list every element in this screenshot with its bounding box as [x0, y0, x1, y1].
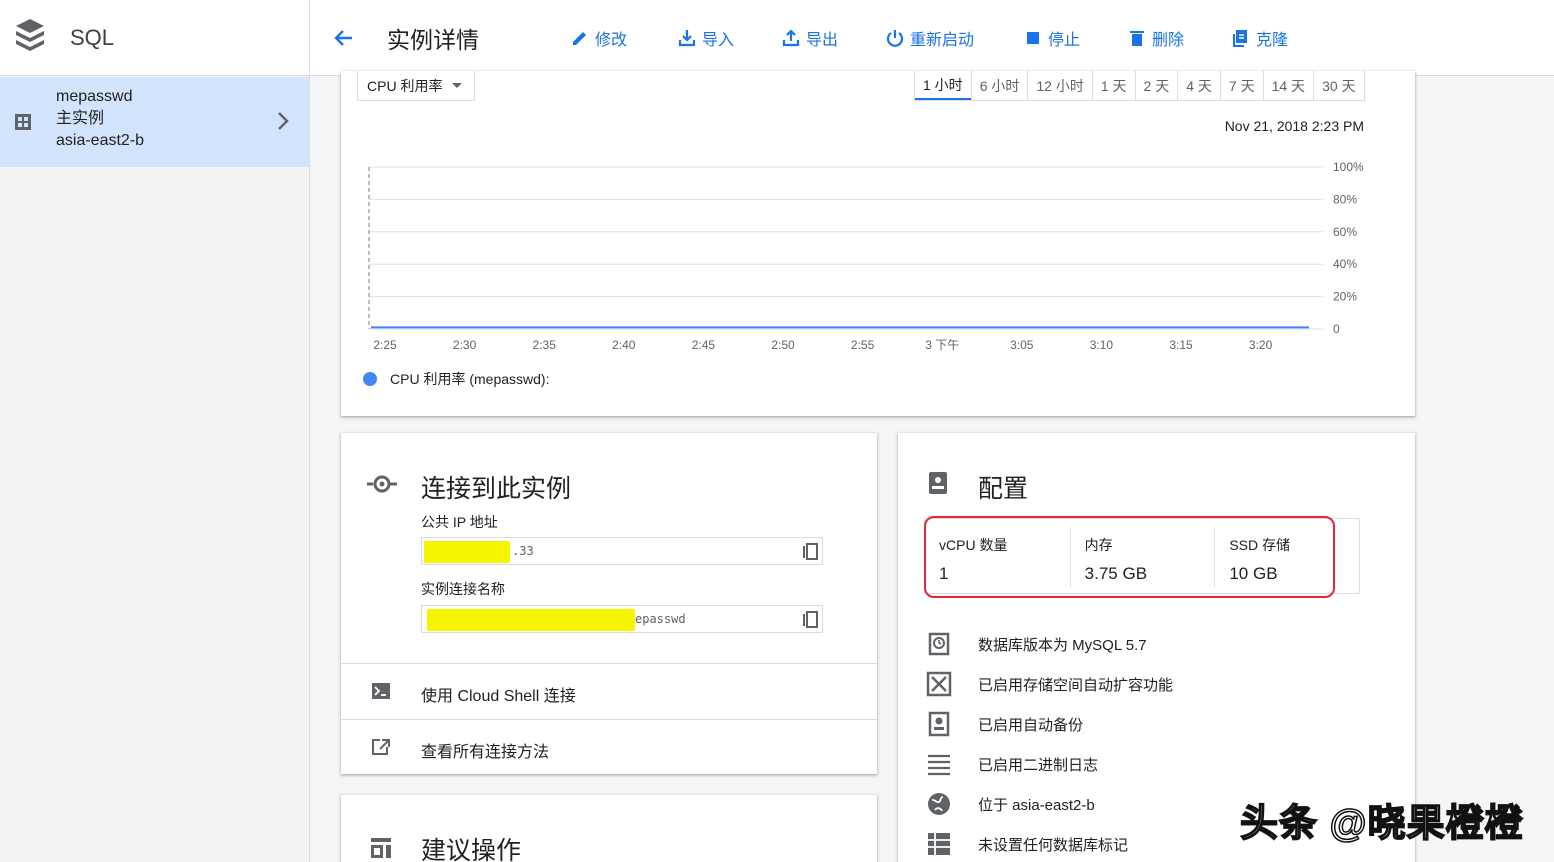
cpu-chart: 100% 80% 60% 40% 20% 0 2:25 2:30 2:35 2:40 2:45 2:5… — [368, 160, 1364, 352]
conn-name-field[interactable]: epasswd — [421, 605, 823, 633]
suggestions-title: 建议操作 — [421, 837, 522, 862]
x-tick-label: 2:40 — [612, 338, 636, 352]
y-tick-label: 60% — [1333, 225, 1357, 239]
stop-icon — [1027, 32, 1039, 44]
globe-icon — [926, 791, 952, 822]
sidebar-header: SQL — [0, 0, 309, 76]
cloud-shell-label: 使用 Cloud Shell 连接 — [421, 688, 576, 705]
x-tick-label: 3:15 — [1169, 338, 1193, 352]
x-tick-label: 3 下午 — [925, 338, 959, 352]
export-label: 导出 — [806, 32, 839, 49]
terminal-icon — [371, 682, 391, 705]
clone-button[interactable]: 克隆 — [1231, 26, 1288, 50]
instance-grid-icon — [14, 113, 32, 136]
instance-role: 主实例 — [56, 110, 105, 127]
sidebar: SQL mepasswd 主实例 asia-east2-b — [0, 0, 310, 862]
main-content: CPU 利用率 1 小时 6 小时 12 小时 1 天 2 天 4 天 7 天 … — [310, 71, 1554, 862]
instance-info: mepasswd 主实例 asia-east2-b — [56, 86, 144, 152]
x-tick-label: 2:35 — [533, 338, 557, 352]
edit-label: 修改 — [595, 32, 628, 49]
all-methods-label: 查看所有连接方法 — [421, 744, 550, 761]
x-tick-label: 2:25 — [373, 338, 397, 352]
config-title: 配置 — [978, 475, 1029, 503]
suggestions-icon — [370, 837, 392, 862]
metrics-card: CPU 利用率 1 小时 6 小时 12 小时 1 天 2 天 4 天 7 天 … — [341, 71, 1415, 416]
app-title: SQL — [70, 24, 115, 50]
delete-button[interactable]: 删除 — [1127, 26, 1184, 50]
connect-card: 连接到此实例 公共 IP 地址 .33 实例连接名称 epasswd 使用 Cl… — [341, 433, 877, 774]
y-tick-label: 40% — [1333, 257, 1357, 271]
edit-button[interactable]: 修改 — [570, 26, 627, 50]
feature-label: 位于 asia-east2-b — [978, 797, 1095, 814]
y-tick-label: 80% — [1333, 192, 1357, 206]
stop-button[interactable]: 停止 — [1023, 26, 1080, 50]
x-tick-label: 3:10 — [1090, 338, 1114, 352]
stop-label: 停止 — [1048, 32, 1081, 49]
sidebar-instance-item[interactable]: mepasswd 主实例 asia-east2-b — [0, 77, 309, 167]
chart-legend: CPU 利用率 (mepasswd): — [363, 369, 549, 389]
instance-zone: asia-east2-b — [56, 132, 145, 149]
x-tick-label: 2:55 — [851, 338, 875, 352]
auto-resize-icon — [926, 671, 952, 702]
restart-button[interactable]: 重新启动 — [885, 26, 974, 50]
public-ip-field[interactable]: .33 — [421, 537, 823, 565]
copy-icon[interactable] — [801, 610, 819, 635]
watermark: 头条 @晓果橙橙 — [1239, 802, 1524, 846]
y-tick-label: 20% — [1333, 290, 1357, 304]
delete-label: 删除 — [1152, 32, 1185, 49]
feature-label: 已启用自动备份 — [978, 717, 1084, 734]
import-label: 导入 — [702, 32, 735, 49]
public-ip-value: .33 — [512, 544, 534, 558]
delete-icon — [1130, 31, 1144, 46]
x-tick-label: 2:45 — [692, 338, 716, 352]
feature-label: 数据库版本为 MySQL 5.7 — [978, 637, 1147, 654]
config-icon — [928, 471, 948, 500]
edit-icon — [573, 32, 586, 45]
y-tick-label: 100% — [1333, 160, 1364, 174]
suggestions-card: 建议操作 — [341, 795, 877, 862]
x-tick-label: 3:05 — [1010, 338, 1034, 352]
redaction-mark — [427, 609, 635, 631]
conn-name-value: epasswd — [635, 612, 686, 626]
highlight-annotation — [924, 516, 1335, 598]
x-tick-label: 2:50 — [771, 338, 795, 352]
all-connection-methods[interactable]: 查看所有连接方法 — [341, 720, 877, 775]
x-tick-label: 3:20 — [1249, 338, 1273, 352]
connect-icon — [367, 473, 397, 500]
cloud-shell-connect[interactable]: 使用 Cloud Shell 连接 — [341, 664, 877, 719]
instance-name: mepasswd — [56, 88, 133, 105]
legend-dot — [363, 372, 377, 386]
page-title: 实例详情 — [387, 27, 479, 53]
clone-label: 克隆 — [1256, 32, 1289, 49]
connect-title: 连接到此实例 — [421, 475, 572, 503]
feature-label: 未设置任何数据库标记 — [978, 837, 1129, 854]
public-ip-label: 公共 IP 地址 — [421, 514, 498, 530]
conn-name-label: 实例连接名称 — [421, 581, 505, 597]
clone-icon — [1233, 30, 1247, 47]
top-bar: 实例详情 修改 导入 导出 重新启动 停止 删除 克隆 — [310, 0, 1554, 76]
restart-label: 重新启动 — [910, 32, 975, 49]
legend-label: CPU 利用率 (mepasswd): — [390, 371, 550, 387]
backup-icon — [926, 711, 952, 742]
restart-icon — [886, 30, 904, 47]
feature-label: 已启用存储空间自动扩容功能 — [978, 677, 1174, 694]
import-icon — [678, 30, 696, 47]
sql-logo-icon — [14, 17, 46, 58]
import-button[interactable]: 导入 — [677, 26, 734, 50]
export-icon — [782, 29, 800, 47]
back-arrow-icon[interactable] — [332, 26, 356, 55]
open-in-new-icon — [371, 738, 391, 761]
database-version-icon — [926, 631, 952, 662]
chevron-right-icon — [276, 110, 290, 137]
x-tick-label: 2:30 — [453, 338, 477, 352]
export-button[interactable]: 导出 — [781, 26, 838, 50]
binary-log-icon — [926, 751, 952, 782]
flags-icon — [926, 831, 952, 862]
copy-icon[interactable] — [801, 542, 819, 567]
feature-label: 已启用二进制日志 — [978, 757, 1099, 774]
y-tick-label: 0 — [1333, 322, 1340, 336]
redaction-mark — [424, 541, 510, 563]
